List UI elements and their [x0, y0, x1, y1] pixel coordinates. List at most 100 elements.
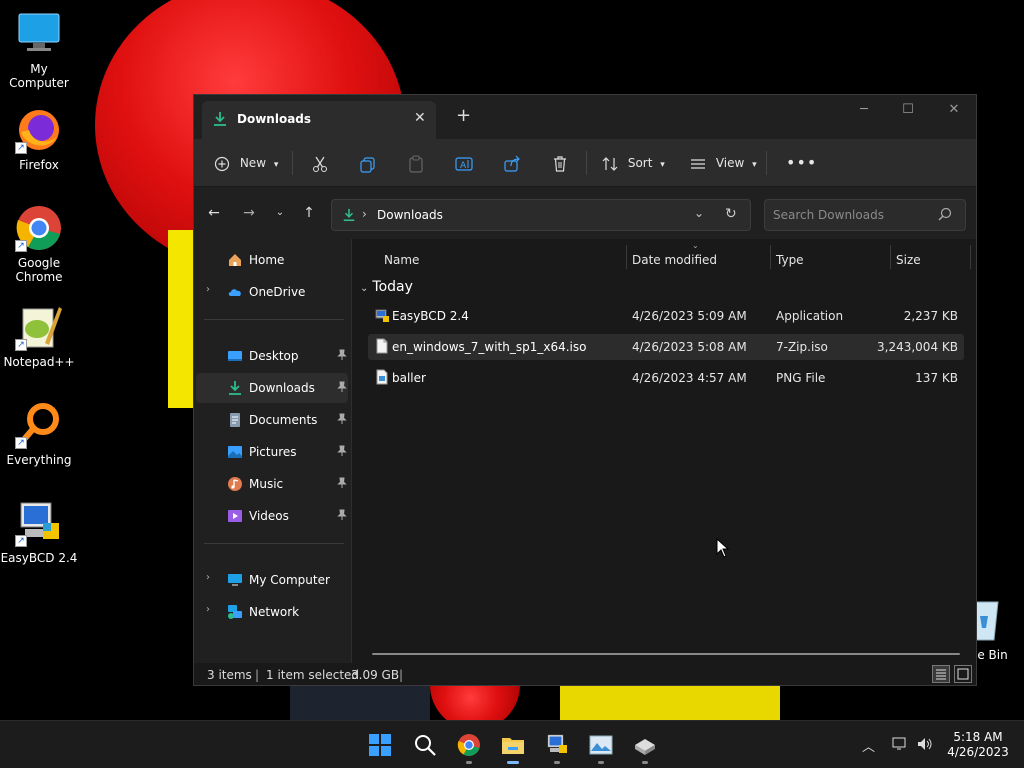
sidebar-item-documents[interactable]: Documents — [196, 405, 348, 435]
column-header-type[interactable]: Type — [776, 253, 804, 267]
desktop-icon-my-computer[interactable]: My Computer — [0, 10, 78, 90]
sidebar-item-label: Network — [249, 605, 300, 619]
sidebar-item-network[interactable]: › Network — [196, 597, 348, 627]
view-button[interactable]: View ▾ — [690, 152, 757, 174]
table-row[interactable]: en_windows_7_with_sp1_x64.iso 4/26/2023 5… — [368, 334, 964, 360]
search-input[interactable] — [764, 199, 966, 231]
command-bar: New ▾ A Sort ▾ View ▾ ••• — [194, 139, 976, 187]
running-indicator — [642, 761, 648, 764]
column-divider[interactable] — [970, 245, 971, 269]
download-icon — [212, 111, 228, 127]
cut-button[interactable] — [311, 152, 329, 174]
sidebar-item-label: Pictures — [249, 445, 297, 459]
tab-downloads[interactable]: Downloads ✕ — [202, 101, 436, 139]
chevron-down-icon: ▾ — [273, 160, 279, 170]
file-size: 137 KB — [915, 371, 958, 385]
forward-arrow-icon[interactable]: → — [241, 205, 257, 221]
chevron-down-icon: ▾ — [660, 160, 665, 170]
group-header-today[interactable]: ⌄ Today — [360, 279, 413, 295]
sidebar-item-music[interactable]: Music — [196, 469, 348, 499]
copy-button[interactable] — [359, 152, 377, 174]
search-icon[interactable] — [938, 207, 952, 224]
column-divider[interactable] — [770, 245, 771, 269]
chevron-right-icon[interactable]: › — [206, 604, 210, 615]
sidebar-item-home[interactable]: Home — [196, 245, 348, 275]
details-view-icon — [936, 669, 946, 680]
new-tab-icon[interactable]: + — [456, 107, 471, 125]
horizontal-scrollbar[interactable] — [372, 653, 960, 655]
pin-icon[interactable] — [336, 349, 348, 361]
address-bar[interactable]: › Downloads ⌄ ↻ — [331, 199, 751, 231]
taskbar-file-explorer[interactable] — [501, 733, 525, 757]
clock-time: 5:18 AM — [953, 730, 1003, 744]
pin-icon[interactable] — [336, 381, 348, 393]
breadcrumb-downloads[interactable]: Downloads — [377, 208, 443, 222]
sidebar-item-onedrive[interactable]: › OneDrive — [196, 277, 348, 307]
plus-circle-icon — [214, 156, 230, 171]
up-arrow-icon[interactable]: ↑ — [301, 205, 317, 221]
rename-button[interactable]: A — [455, 152, 473, 174]
sort-button[interactable]: Sort ▾ — [602, 152, 665, 174]
pin-icon[interactable] — [336, 413, 348, 425]
refresh-icon[interactable]: ↻ — [725, 206, 737, 222]
new-button[interactable]: New ▾ — [214, 152, 278, 174]
running-indicator — [598, 761, 604, 764]
computer-icon — [15, 10, 63, 58]
details-view-toggle[interactable] — [932, 665, 950, 683]
volume-icon[interactable] — [917, 736, 933, 756]
paste-button[interactable] — [407, 152, 425, 174]
taskbar-chrome[interactable] — [457, 733, 481, 757]
close-tab-icon[interactable]: ✕ — [414, 110, 426, 126]
chevron-right-icon[interactable]: › — [206, 284, 210, 295]
sidebar-item-pictures[interactable]: Pictures — [196, 437, 348, 467]
table-row[interactable]: EasyBCD 2.4 4/26/2023 5:09 AM Application 2… — [368, 303, 964, 329]
search-button[interactable] — [413, 733, 437, 757]
desktop-icon-notepadpp[interactable]: ↗ Notepad++ — [0, 303, 78, 369]
scissors-icon — [313, 156, 327, 172]
more-options-button[interactable]: ••• — [786, 152, 817, 174]
pin-icon[interactable] — [336, 445, 348, 457]
column-divider[interactable] — [626, 245, 627, 269]
column-divider[interactable] — [890, 245, 891, 269]
sidebar-item-label: Music — [249, 477, 284, 491]
toolbar-divider — [766, 151, 767, 175]
delete-button[interactable] — [551, 152, 569, 174]
chevron-down-icon: ⌄ — [360, 283, 369, 294]
column-header-date-modified[interactable]: Date modified — [632, 253, 717, 267]
pin-icon[interactable] — [336, 509, 348, 521]
share-button[interactable] — [503, 152, 521, 174]
close-window-icon[interactable]: ✕ — [934, 100, 974, 120]
desktop-icon-easybcd[interactable]: ↗ EasyBCD 2.4 — [0, 499, 78, 565]
large-icons-view-toggle[interactable] — [954, 665, 972, 683]
system-clock[interactable]: 5:18 AM 4/26/2023 — [940, 730, 1016, 760]
chevron-right-icon[interactable]: › — [206, 572, 210, 583]
minimize-icon[interactable]: ─ — [844, 100, 884, 120]
sidebar-item-my-computer[interactable]: › My Computer — [196, 565, 348, 595]
desktop-icon-firefox[interactable]: ↗ Firefox — [0, 106, 78, 172]
title-bar[interactable]: Downloads ✕ + ─ ☐ ✕ — [194, 95, 976, 139]
network-status-icon[interactable] — [892, 736, 908, 756]
sidebar-item-videos[interactable]: Videos — [196, 501, 348, 531]
desktop-icon-chrome[interactable]: ↗ Google Chrome — [0, 204, 78, 284]
back-arrow-icon[interactable]: ← — [206, 205, 222, 221]
column-header-name[interactable]: Name — [384, 253, 419, 267]
file-date-modified: 4/26/2023 5:09 AM — [632, 309, 747, 323]
address-dropdown-chevron-icon[interactable]: ⌄ — [694, 206, 704, 220]
desktop-icon-everything[interactable]: ↗ Everything — [0, 401, 78, 467]
recent-locations-chevron-icon[interactable]: ⌄ — [272, 205, 288, 221]
new-button-label: New — [239, 156, 267, 170]
show-hidden-icons-chevron-icon[interactable]: ︿ — [862, 736, 875, 755]
taskbar-disk-tool[interactable] — [633, 733, 657, 757]
file-size: 2,237 KB — [903, 309, 958, 323]
start-button[interactable] — [368, 733, 392, 757]
maximize-icon[interactable]: ☐ — [888, 100, 928, 120]
column-header-size[interactable]: Size — [896, 253, 921, 267]
table-row[interactable]: baller 4/26/2023 4:57 AM PNG File 137 KB — [368, 365, 964, 391]
file-size: 3,243,004 KB — [877, 340, 958, 354]
sidebar-item-desktop[interactable]: Desktop — [196, 341, 348, 371]
file-type: Application — [776, 309, 844, 323]
taskbar-easybcd[interactable] — [545, 733, 569, 757]
sidebar-item-downloads[interactable]: Downloads — [196, 373, 348, 403]
pin-icon[interactable] — [336, 477, 348, 489]
taskbar-image-viewer[interactable] — [589, 733, 613, 757]
